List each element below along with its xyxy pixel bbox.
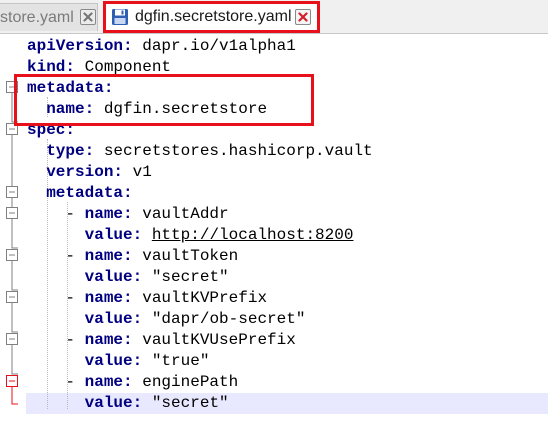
code-line[interactable]: - name: vaultAddr xyxy=(27,204,229,225)
code-line[interactable]: value: "dapr/ob-secret" xyxy=(27,309,306,330)
yaml-value: vaultToken xyxy=(142,247,239,265)
yaml-value: Component xyxy=(84,58,172,76)
yaml-value: "secret" xyxy=(151,394,229,412)
yaml-key: name xyxy=(46,100,85,118)
code-line[interactable]: spec: xyxy=(27,120,75,141)
fold-marker-minus-icon[interactable] xyxy=(6,375,18,387)
code-editor[interactable]: apiVersion: dapr.io/v1alpha1 kind: Compo… xyxy=(0,34,548,426)
code-line[interactable]: kind: Component xyxy=(27,57,171,78)
yaml-value: "dapr/ob-secret" xyxy=(151,310,306,328)
yaml-key: name xyxy=(84,331,124,349)
yaml-value: dapr.io/v1alpha1 xyxy=(142,37,296,55)
yaml-key: kind xyxy=(27,58,66,76)
yaml-key: value xyxy=(84,352,133,370)
yaml-key: value xyxy=(84,310,133,328)
tab-dgfin-secretstore-yaml[interactable]: dgfin.secretstore.yaml xyxy=(103,1,320,33)
yaml-key: name xyxy=(84,289,124,307)
code-line[interactable]: version: v1 xyxy=(27,162,152,183)
yaml-key: name xyxy=(84,247,124,265)
yaml-value: "secret" xyxy=(151,268,229,286)
code-line[interactable]: apiVersion: dapr.io/v1alpha1 xyxy=(27,36,296,57)
yaml-key: metadata xyxy=(27,79,104,97)
yaml-value: vaultKVUsePrefix xyxy=(142,331,296,349)
yaml-key: version xyxy=(46,163,114,181)
code-line[interactable]: value: "secret" xyxy=(27,267,229,288)
yaml-value: vaultKVPrefix xyxy=(142,289,268,307)
yaml-value: "true" xyxy=(151,352,210,370)
close-icon[interactable] xyxy=(80,9,96,25)
save-disk-icon xyxy=(111,8,129,26)
close-icon[interactable] xyxy=(295,9,311,25)
tab-store-yaml[interactable]: store.yaml xyxy=(0,3,98,31)
yaml-value: enginePath xyxy=(142,373,239,391)
code-line[interactable]: - name: vaultToken xyxy=(27,246,238,267)
fold-marker-minus-icon[interactable] xyxy=(6,186,18,198)
fold-marker-minus-icon[interactable] xyxy=(6,81,18,93)
code-line[interactable]: - name: vaultKVPrefix xyxy=(27,288,267,309)
code-line[interactable]: value: "secret" xyxy=(27,393,229,414)
yaml-value: dgfin.secretstore xyxy=(103,100,268,118)
yaml-key: value xyxy=(84,394,133,412)
code-line[interactable]: value: "true" xyxy=(27,351,210,372)
yaml-key: value xyxy=(84,226,133,244)
code-line[interactable]: type: secretstores.hashicorp.vault xyxy=(27,141,373,162)
fold-marker-minus-icon[interactable] xyxy=(6,123,18,135)
yaml-value: vaultAddr xyxy=(142,205,229,223)
fold-marker-minus-icon[interactable] xyxy=(6,333,18,345)
yaml-key: apiVersion xyxy=(27,37,124,55)
yaml-key: name xyxy=(84,373,124,391)
code-line[interactable]: metadata: xyxy=(27,183,132,204)
fold-marker-minus-icon[interactable] xyxy=(6,207,18,219)
yaml-value: secretstores.hashicorp.vault xyxy=(103,142,373,160)
tab-label: store.yaml xyxy=(0,8,74,26)
yaml-key: spec xyxy=(27,121,66,139)
code-line[interactable]: metadata: xyxy=(27,78,113,99)
url-link[interactable]: http://localhost:8200 xyxy=(152,226,354,244)
tab-bar: store.yaml dgfin.secretstore.yaml xyxy=(0,0,548,34)
code-line[interactable]: value: http://localhost:8200 xyxy=(27,225,354,246)
fold-margin xyxy=(0,34,24,426)
fold-marker-minus-icon[interactable] xyxy=(6,249,18,261)
code-line[interactable]: - name: enginePath xyxy=(27,372,238,393)
yaml-key: type xyxy=(46,142,85,160)
tab-label: dgfin.secretstore.yaml xyxy=(135,8,292,25)
yaml-value: v1 xyxy=(132,163,152,181)
yaml-key: name xyxy=(84,205,124,223)
code-line[interactable]: - name: vaultKVUsePrefix xyxy=(27,330,296,351)
yaml-key: metadata xyxy=(46,184,124,202)
fold-marker-minus-icon[interactable] xyxy=(6,291,18,303)
code-line[interactable]: name: dgfin.secretstore xyxy=(27,99,267,120)
yaml-key: value xyxy=(84,268,133,286)
